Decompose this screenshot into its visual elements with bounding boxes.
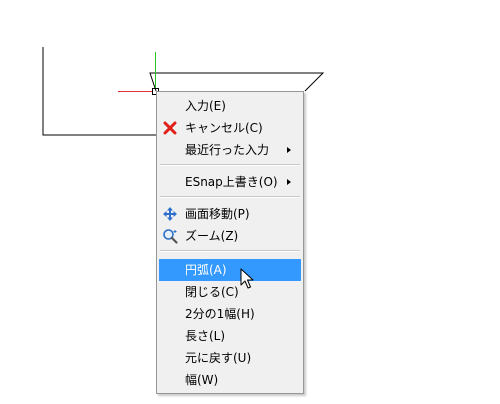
submenu-arrow-icon — [287, 147, 291, 153]
submenu-arrow-icon — [287, 179, 291, 185]
menu-item-cancel[interactable]: キャンセル(C) — [159, 117, 301, 139]
menu-item-zoom[interactable]: ズーム(Z) — [159, 225, 301, 247]
menu-item-label: 最近行った入力 — [185, 143, 270, 157]
menu-item-label: ESnap上書き(O) — [185, 175, 278, 189]
red-x-cancel-icon — [163, 121, 177, 135]
menu-separator — [160, 164, 300, 166]
pan-arrows-icon — [163, 207, 177, 221]
menu-item-esnap-override[interactable]: ESnap上書き(O) — [159, 171, 301, 193]
zoom-magnifier-icon — [163, 229, 178, 244]
menu-item-enter[interactable]: 入力(E) — [159, 95, 301, 117]
menu-item-halfwidth[interactable]: 2分の1幅(H) — [159, 303, 301, 325]
menu-item-length[interactable]: 長さ(L) — [159, 325, 301, 347]
menu-item-label: 元に戻す(U) — [185, 351, 252, 365]
menu-item-label: 2分の1幅(H) — [185, 307, 255, 321]
menu-item-recent-input[interactable]: 最近行った入力 — [159, 139, 301, 161]
menu-item-label: 長さ(L) — [185, 329, 226, 343]
menu-item-label: 画面移動(P) — [185, 207, 250, 221]
menu-separator — [160, 250, 300, 252]
menu-item-label: 幅(W) — [185, 373, 219, 387]
menu-item-width[interactable]: 幅(W) — [159, 369, 301, 391]
menu-item-label: ズーム(Z) — [185, 229, 239, 243]
menu-item-label: 入力(E) — [185, 99, 226, 113]
mouse-pointer-icon — [240, 268, 254, 289]
menu-separator — [160, 196, 300, 198]
menu-item-label: キャンセル(C) — [185, 121, 263, 135]
menu-item-close[interactable]: 閉じる(C) — [159, 281, 301, 303]
menu-item-pan[interactable]: 画面移動(P) — [159, 203, 301, 225]
menu-item-label: 円弧(A) — [185, 263, 227, 277]
menu-item-arc[interactable]: 円弧(A) — [159, 259, 301, 281]
menu-item-undo[interactable]: 元に戻す(U) — [159, 347, 301, 369]
polyline-preview — [149, 72, 325, 92]
menu-item-label: 閉じる(C) — [185, 285, 239, 299]
context-menu: 入力(E) キャンセル(C) 最近行った入力 ESnap上書き(O) 画面移動(… — [156, 91, 304, 394]
